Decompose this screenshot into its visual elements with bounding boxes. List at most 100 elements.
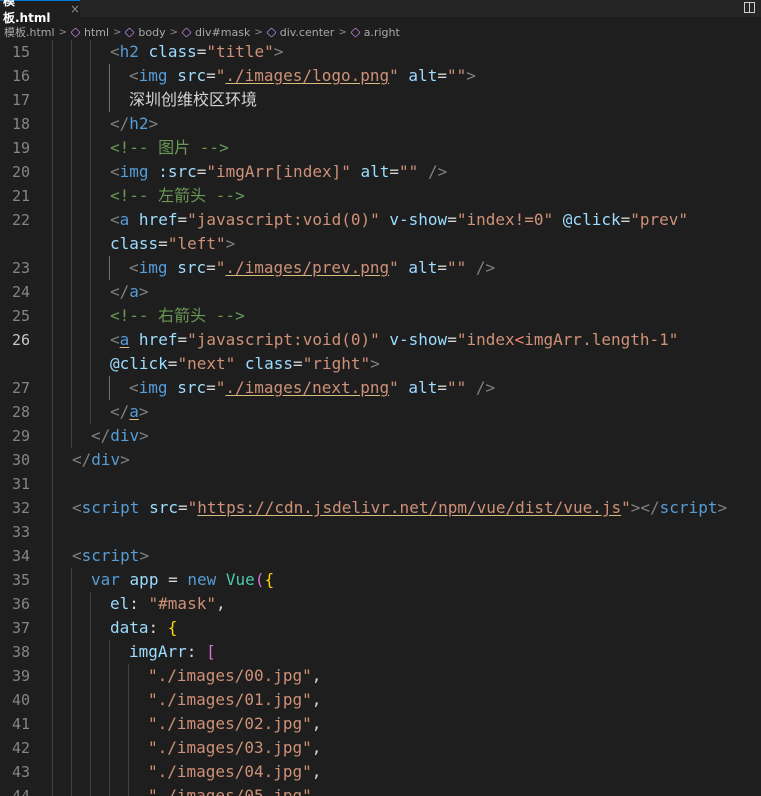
- code-token: ></: [630, 498, 660, 517]
- indent-guide: [52, 640, 53, 664]
- element-icon: [181, 26, 192, 38]
- code-token: "javascript:void(0)": [187, 330, 380, 349]
- code-token: h2: [119, 42, 139, 61]
- code-line[interactable]: 22 <a href="javascript:void(0)" v-show="i…: [0, 208, 761, 232]
- code-token: =: [158, 570, 188, 589]
- line-number: 21: [11, 187, 30, 205]
- code-line[interactable]: 32 <script src="https://cdn.jsdelivr.net/…: [0, 496, 761, 520]
- code-line[interactable]: 17 深圳创维校区环境: [0, 88, 761, 112]
- chevron-right-icon: >: [113, 26, 122, 38]
- code-line[interactable]: 18 </h2>: [0, 112, 761, 136]
- line-number: 16: [11, 67, 30, 85]
- code-line[interactable]: 23 <img src="./images/prev.png" alt="" />: [0, 256, 761, 280]
- code-line[interactable]: 34 <script>: [0, 544, 761, 568]
- tab-active-file[interactable]: 模板.html ×: [0, 0, 80, 25]
- code-line[interactable]: class="left">: [0, 232, 761, 256]
- code-line[interactable]: 40 "./images/01.jpg",: [0, 688, 761, 712]
- code-token: imgArr: [129, 642, 187, 661]
- indent-guide: [71, 664, 72, 688]
- indent-guide: [109, 376, 110, 400]
- code-token: "": [446, 258, 467, 277]
- indent-guide: [71, 688, 72, 712]
- indent-guide: [52, 184, 53, 208]
- indent-guide: [71, 304, 72, 328]
- code-line[interactable]: 37 data: {: [0, 616, 761, 640]
- code-token: </: [110, 114, 130, 133]
- code-line[interactable]: 35 var app = new Vue({: [0, 568, 761, 592]
- code-token: "./images/05.jpg": [148, 786, 312, 796]
- code-line[interactable]: 15 <h2 class="title">: [0, 40, 761, 64]
- code-line[interactable]: 28 </a>: [0, 400, 761, 424]
- code-token: src: [177, 378, 207, 397]
- code-line[interactable]: 29 </div>: [0, 424, 761, 448]
- breadcrumb-item-div-center[interactable]: div.center: [266, 26, 334, 39]
- line-number: 20: [11, 163, 30, 181]
- code-line[interactable]: 25 <!-- 右箭头 -->: [0, 304, 761, 328]
- code-line[interactable]: 43 "./images/04.jpg",: [0, 760, 761, 784]
- code-text: <img src="./images/logo.png" alt="">: [129, 64, 476, 88]
- code-line[interactable]: 33: [0, 520, 761, 544]
- code-token: />: [427, 162, 448, 181]
- breadcrumb-item-div-mask[interactable]: div#mask: [181, 26, 250, 39]
- indent-guide: [90, 328, 91, 352]
- indent-guide: [128, 688, 129, 712]
- code-token: </: [110, 282, 130, 301]
- code-token: [: [206, 642, 216, 661]
- code-token: =: [389, 162, 400, 181]
- code-editor[interactable]: 15 <h2 class="title"> 16 <img src="./images…: [0, 40, 761, 796]
- line-number: 41: [11, 715, 30, 733]
- indent-guide: [71, 280, 72, 304]
- code-line[interactable]: 36 el: "#mask",: [0, 592, 761, 616]
- code-token: <!-- 左箭头 -->: [110, 186, 245, 205]
- breadcrumb-item-a-right[interactable]: a.right: [350, 26, 400, 39]
- code-text: "./images/00.jpg",: [148, 664, 321, 688]
- breadcrumb-item-body[interactable]: body: [124, 26, 166, 39]
- code-line[interactable]: 19 <!-- 图片 -->: [0, 136, 761, 160]
- code-line[interactable]: 16 <img src="./images/logo.png" alt="">: [0, 64, 761, 88]
- indent-guide: [52, 784, 53, 796]
- code-token: {: [167, 618, 178, 637]
- line-number: 23: [11, 259, 30, 277]
- close-icon[interactable]: ×: [70, 2, 80, 16]
- indent-guide: [52, 688, 53, 712]
- code-token: a: [129, 402, 139, 421]
- code-line[interactable]: 42 "./images/03.jpg",: [0, 736, 761, 760]
- indent-guide: [71, 352, 72, 376]
- code-token: ./images/next.png: [225, 378, 390, 397]
- code-line[interactable]: 31: [0, 472, 761, 496]
- code-line[interactable]: 39 "./images/00.jpg",: [0, 664, 761, 688]
- indent-guide: [71, 784, 72, 796]
- code-text: @click="next" class="right">: [110, 352, 380, 376]
- code-token: <: [110, 162, 120, 181]
- code-token: a: [129, 282, 139, 301]
- split-editor-icon[interactable]: [744, 2, 755, 13]
- code-line[interactable]: 30 </div>: [0, 448, 761, 472]
- code-text: </div>: [72, 448, 130, 472]
- code-line[interactable]: 41 "./images/02.jpg",: [0, 712, 761, 736]
- code-token: =: [447, 330, 457, 349]
- line-number: 34: [11, 547, 30, 565]
- breadcrumb-item-html[interactable]: html: [70, 26, 109, 39]
- code-token: a: [119, 210, 130, 229]
- code-token: "": [399, 162, 419, 181]
- code-token: =: [167, 354, 178, 373]
- code-token: =: [447, 210, 457, 229]
- code-token: >: [139, 546, 150, 565]
- breadcrumb-item-file[interactable]: 模板.html: [0, 24, 55, 40]
- code-token: >: [717, 498, 728, 517]
- line-number: 29: [11, 427, 30, 445]
- indent-guide: [52, 760, 53, 784]
- code-line[interactable]: @click="next" class="right">: [0, 352, 761, 376]
- code-token: imgArr.length-1": [524, 330, 679, 349]
- code-line[interactable]: 20 <img :src="imgArr[index]" alt="" />: [0, 160, 761, 184]
- code-text: 深圳创维校区环境: [129, 88, 257, 112]
- code-line[interactable]: 21 <!-- 左箭头 -->: [0, 184, 761, 208]
- code-line[interactable]: 44 "./images/05.jpg",: [0, 784, 761, 796]
- indent-guide: [109, 640, 110, 664]
- line-number: 43: [11, 763, 30, 781]
- code-line[interactable]: 24 </a>: [0, 280, 761, 304]
- code-line[interactable]: 26 <a href="javascript:void(0)" v-show="i…: [0, 328, 761, 352]
- code-line[interactable]: 38 imgArr: [: [0, 640, 761, 664]
- code-line[interactable]: 27 <img src="./images/next.png" alt="" />: [0, 376, 761, 400]
